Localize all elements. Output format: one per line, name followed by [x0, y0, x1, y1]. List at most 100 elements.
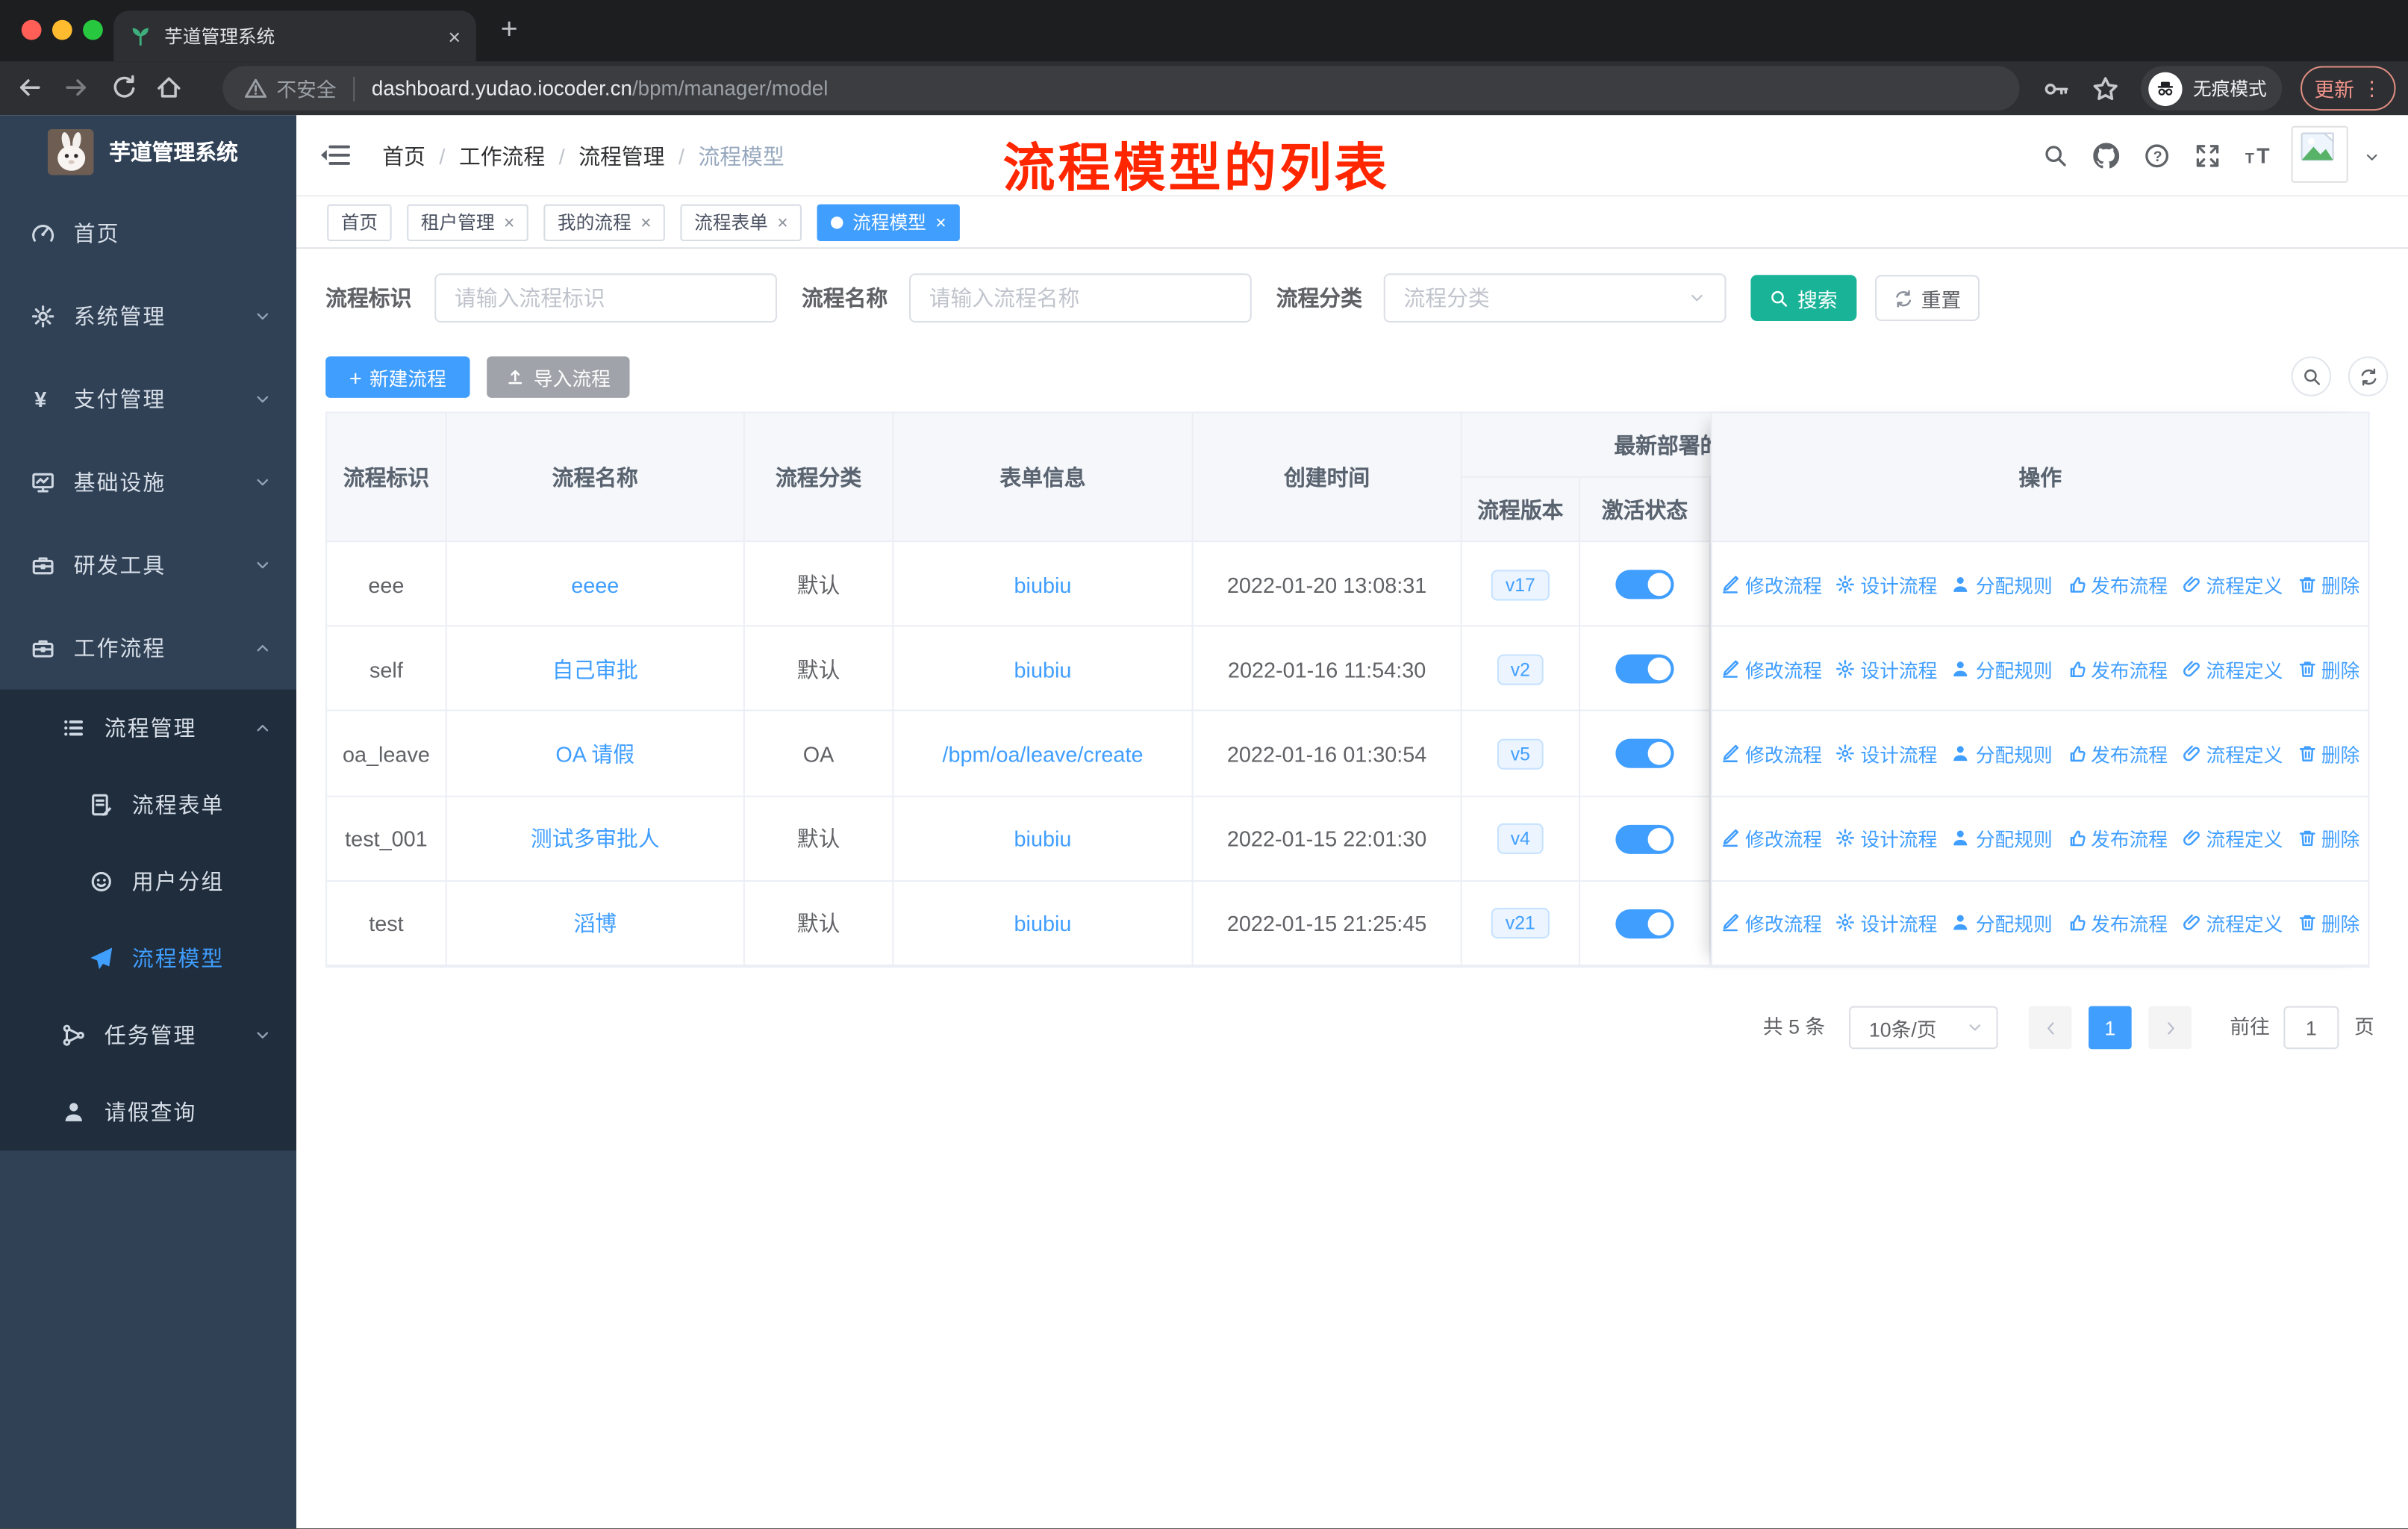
sidebar-logo[interactable]: 芋道管理系统: [0, 115, 296, 189]
close-tag-icon[interactable]: ×: [935, 213, 946, 231]
password-key-icon[interactable]: [2042, 75, 2070, 103]
sidebar-item-workflow[interactable]: 工作流程: [0, 607, 296, 690]
action-deploy-link[interactable]: 发布流程: [2066, 739, 2168, 768]
active-toggle[interactable]: [1615, 570, 1674, 600]
action-geara-link[interactable]: 设计流程: [1836, 739, 1937, 768]
search-button[interactable]: 搜索: [1750, 275, 1857, 321]
sidebar-item-infra[interactable]: 基础设施: [0, 440, 296, 523]
active-toggle[interactable]: [1615, 909, 1674, 938]
form-link[interactable]: biubiu: [1014, 826, 1072, 851]
user-menu-caret-icon[interactable]: [2363, 149, 2380, 166]
reload-icon[interactable]: [110, 74, 138, 102]
chrome-update-button[interactable]: 更新 ⋮: [2300, 66, 2396, 111]
minimize-window-button[interactable]: [52, 19, 72, 40]
action-trash-link[interactable]: 删除: [2297, 823, 2359, 853]
action-clip-link[interactable]: 流程定义: [2182, 909, 2283, 938]
bookmark-star-icon[interactable]: [2092, 75, 2119, 103]
new-process-button[interactable]: + 新建流程: [325, 356, 470, 398]
action-edit-link[interactable]: 修改流程: [1721, 654, 1822, 683]
form-link[interactable]: /bpm/oa/leave/create: [942, 742, 1143, 767]
action-deploy-link[interactable]: 发布流程: [2066, 654, 2168, 683]
sidebar-item-payment[interactable]: ¥ 支付管理: [0, 358, 296, 440]
action-personf-link[interactable]: 分配规则: [1951, 739, 2053, 768]
import-process-button[interactable]: 导入流程: [487, 356, 630, 398]
action-edit-link[interactable]: 修改流程: [1721, 823, 1822, 853]
sidebar-item-home[interactable]: 首页: [0, 192, 296, 275]
close-tab-icon[interactable]: ×: [448, 25, 461, 47]
sidebar-item-task-management[interactable]: 任务管理: [0, 997, 296, 1074]
tab-process-form[interactable]: 流程表单 ×: [680, 203, 802, 240]
sidebar-item-process-management[interactable]: 流程管理: [0, 690, 296, 767]
action-trash-link[interactable]: 删除: [2297, 569, 2359, 598]
action-trash-link[interactable]: 删除: [2297, 739, 2359, 768]
action-clip-link[interactable]: 流程定义: [2182, 569, 2283, 598]
sidebar-item-system[interactable]: 系统管理: [0, 275, 296, 358]
process-name-link[interactable]: 自己审批: [552, 654, 638, 685]
action-edit-link[interactable]: 修改流程: [1721, 569, 1822, 598]
action-geara-link[interactable]: 设计流程: [1836, 569, 1937, 598]
process-category-select[interactable]: 流程分类: [1383, 273, 1727, 323]
home-icon[interactable]: [155, 74, 183, 102]
goto-page-input[interactable]: [2283, 1006, 2339, 1050]
breadcrumb-item[interactable]: 首页: [382, 140, 425, 171]
action-personf-link[interactable]: 分配规则: [1951, 654, 2053, 683]
prev-page-button[interactable]: [2028, 1006, 2072, 1050]
next-page-button[interactable]: [2148, 1006, 2192, 1050]
reset-button[interactable]: 重置: [1875, 275, 1980, 321]
action-deploy-link[interactable]: 发布流程: [2066, 823, 2168, 853]
action-clip-link[interactable]: 流程定义: [2182, 654, 2283, 683]
sidebar-item-leave-query[interactable]: 请假查询: [0, 1074, 296, 1150]
process-name-link[interactable]: 滔博: [573, 909, 617, 939]
forward-icon[interactable]: [63, 74, 90, 102]
font-size-icon[interactable]: TT: [2245, 143, 2271, 169]
action-clip-link[interactable]: 流程定义: [2182, 739, 2283, 768]
active-toggle[interactable]: [1615, 739, 1674, 769]
process-key-input[interactable]: [434, 273, 778, 323]
back-icon[interactable]: [16, 74, 43, 102]
refresh-table-button[interactable]: [2348, 356, 2389, 396]
process-name-link[interactable]: 测试多审批人: [531, 823, 660, 854]
process-name-input[interactable]: [908, 273, 1252, 323]
current-page-button[interactable]: 1: [2089, 1006, 2132, 1050]
page-size-select[interactable]: 10条/页: [1849, 1006, 1998, 1050]
active-toggle[interactable]: [1615, 655, 1674, 685]
action-deploy-link[interactable]: 发布流程: [2066, 569, 2168, 598]
close-window-button[interactable]: [21, 19, 42, 40]
tab-my-process[interactable]: 我的流程 ×: [543, 203, 666, 240]
action-edit-link[interactable]: 修改流程: [1721, 909, 1822, 938]
sidebar-item-process-model[interactable]: 流程模型: [0, 920, 296, 997]
tab-home[interactable]: 首页: [327, 203, 392, 240]
address-bar[interactable]: 不安全 dashboard.yudao.iocoder.cn /bpm/mana…: [222, 66, 2020, 111]
fullscreen-icon[interactable]: [2195, 143, 2221, 169]
process-name-link[interactable]: OA 请假: [555, 739, 634, 770]
action-clip-link[interactable]: 流程定义: [2182, 823, 2283, 853]
zoom-window-button[interactable]: [83, 19, 103, 40]
action-geara-link[interactable]: 设计流程: [1836, 654, 1937, 683]
avatar[interactable]: [2291, 125, 2348, 183]
action-personf-link[interactable]: 分配规则: [1951, 909, 2053, 938]
form-link[interactable]: biubiu: [1014, 912, 1072, 936]
tab-process-model[interactable]: 流程模型 ×: [817, 203, 961, 240]
form-link[interactable]: biubiu: [1014, 657, 1072, 682]
help-icon[interactable]: ?: [2144, 143, 2170, 169]
action-edit-link[interactable]: 修改流程: [1721, 739, 1822, 768]
action-geara-link[interactable]: 设计流程: [1836, 909, 1937, 938]
search-icon[interactable]: [2042, 143, 2068, 169]
github-icon[interactable]: [2093, 143, 2120, 169]
new-tab-button[interactable]: +: [501, 14, 518, 48]
action-personf-link[interactable]: 分配规则: [1951, 823, 2053, 853]
close-tag-icon[interactable]: ×: [504, 213, 514, 231]
active-toggle[interactable]: [1615, 824, 1674, 854]
sidebar-item-user-group[interactable]: 用户分组: [0, 844, 296, 921]
action-deploy-link[interactable]: 发布流程: [2066, 909, 2168, 938]
toggle-search-button[interactable]: [2291, 356, 2332, 396]
browser-menu-icon[interactable]: ⋮: [2362, 76, 2382, 101]
breadcrumb-item[interactable]: 工作流程: [459, 140, 545, 171]
close-tag-icon[interactable]: ×: [640, 213, 651, 231]
form-link[interactable]: biubiu: [1014, 573, 1072, 597]
sidebar-item-process-form[interactable]: 流程表单: [0, 767, 296, 844]
browser-tab[interactable]: 芋道管理系统 ×: [113, 10, 476, 62]
process-name-link[interactable]: eeee: [571, 573, 619, 597]
close-tag-icon[interactable]: ×: [777, 213, 787, 231]
action-trash-link[interactable]: 删除: [2297, 909, 2359, 938]
